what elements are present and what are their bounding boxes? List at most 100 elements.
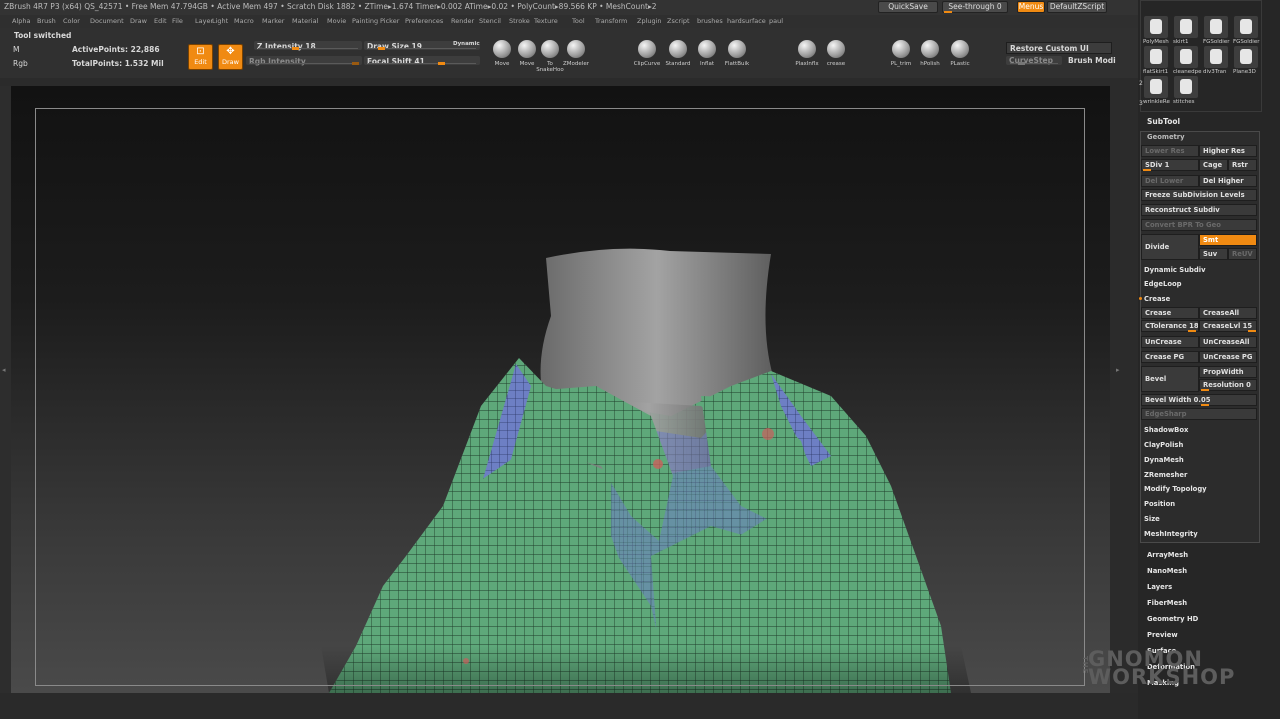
menu-item[interactable]: Layer (195, 17, 213, 25)
bevel-width-knob[interactable] (1201, 404, 1209, 406)
brush-button[interactable]: ZModeler (562, 40, 590, 67)
draw-size-knob[interactable] (378, 47, 385, 50)
menu-item[interactable]: Alpha (12, 17, 30, 25)
del-higher-button[interactable]: Del Higher (1199, 175, 1257, 187)
menu-item[interactable]: Stencil (479, 17, 501, 25)
rgb-intensity-slider[interactable]: Rgb Intensity (246, 56, 362, 66)
brush-button[interactable]: PlaxInflx (793, 40, 821, 67)
uncrease-all-button[interactable]: UnCreaseAll (1199, 336, 1257, 348)
see-through-knob[interactable] (944, 11, 952, 13)
menu-item[interactable]: Color (63, 17, 80, 25)
draw-button[interactable]: ✥ Draw (218, 44, 243, 70)
menu-item[interactable]: hardsurface (727, 17, 766, 25)
uncrease-pg-button[interactable]: UnCrease PG (1199, 351, 1257, 363)
size-header[interactable]: Size (1144, 515, 1160, 523)
divide-button[interactable]: Divide (1141, 234, 1199, 260)
prop-width-toggle[interactable]: PropWidth (1199, 366, 1257, 378)
z-intensity-knob[interactable] (292, 47, 299, 50)
menu-item[interactable]: brushes (697, 17, 723, 25)
menu-item[interactable]: Transform (595, 17, 627, 25)
focal-shift-slider[interactable]: Focal Shift 41 (364, 56, 480, 66)
sdiv-knob[interactable] (1143, 169, 1151, 171)
lower-res-button[interactable]: Lower Res (1141, 145, 1199, 157)
uncrease-button[interactable]: UnCrease (1141, 336, 1199, 348)
menu-item[interactable]: Edit (154, 17, 167, 25)
z-intensity-slider[interactable]: Z Intensity 18 (254, 41, 362, 51)
bevel-button[interactable]: Bevel (1141, 366, 1199, 392)
reuv-toggle[interactable]: ReUV (1228, 248, 1257, 260)
quicksave-button[interactable]: QuickSave (878, 1, 938, 13)
menu-item[interactable]: Marker (262, 17, 284, 25)
brush-button[interactable]: To SnakeHoo (536, 40, 564, 73)
geometry-hd-header[interactable]: Geometry HD (1147, 615, 1198, 623)
dynamesh-header[interactable]: DynaMesh (1144, 456, 1184, 464)
brush-button[interactable]: FlattBuik (723, 40, 751, 67)
zremesher-header[interactable]: ZRemesher (1144, 471, 1187, 479)
modify-topology-header[interactable]: Modify Topology (1144, 485, 1207, 493)
subtool-header[interactable]: SubTool (1147, 117, 1180, 126)
brush-button[interactable]: Move (488, 40, 516, 67)
del-lower-button[interactable]: Del Lower (1141, 175, 1199, 187)
menu-item[interactable]: Painting (352, 17, 378, 25)
curve-step-knob[interactable] (1018, 62, 1025, 65)
focal-shift-knob[interactable] (438, 62, 445, 65)
fibermesh-header[interactable]: FiberMesh (1147, 599, 1187, 607)
crease-pg-button[interactable]: Crease PG (1141, 351, 1199, 363)
crease-level-knob[interactable] (1248, 330, 1256, 332)
ctolerance-knob[interactable] (1188, 330, 1196, 332)
shadowbox-header[interactable]: ShadowBox (1144, 426, 1188, 434)
position-header[interactable]: Position (1144, 500, 1175, 508)
rgb-label[interactable]: Rgb (13, 59, 28, 68)
menu-item[interactable]: Texture (534, 17, 558, 25)
meshintegrity-header[interactable]: MeshIntegrity (1144, 530, 1198, 538)
menu-item[interactable]: Macro (234, 17, 254, 25)
brush-button[interactable]: ClipCurve (633, 40, 661, 67)
curve-step-slider[interactable]: CurveStep (1006, 56, 1062, 65)
crease-header[interactable]: Crease (1144, 295, 1170, 303)
menu-item[interactable]: Preferences (405, 17, 443, 25)
crease-button[interactable]: Crease (1141, 307, 1199, 319)
menu-item[interactable]: Movie (327, 17, 346, 25)
layers-header[interactable]: Layers (1147, 583, 1172, 591)
menus-toggle[interactable]: Menus (1017, 1, 1045, 13)
convert-bpr-button[interactable]: Convert BPR To Geo (1141, 219, 1257, 231)
bevel-width-slider[interactable]: Bevel Width 0.05 (1141, 394, 1257, 406)
menu-item[interactable]: Stroke (509, 17, 530, 25)
menu-item[interactable]: File (172, 17, 183, 25)
menu-item[interactable]: Zscript (667, 17, 690, 25)
brush-button[interactable]: Inflat (693, 40, 721, 67)
menu-item[interactable]: Brush (37, 17, 56, 25)
brush-button[interactable]: PLastic (946, 40, 974, 67)
crease-all-button[interactable]: CreaseAll (1199, 307, 1257, 319)
menu-item[interactable]: Draw (130, 17, 147, 25)
edit-button[interactable]: ⊡ Edit (188, 44, 213, 70)
reconstruct-subdiv-button[interactable]: Reconstruct Subdiv (1141, 204, 1257, 216)
freeze-subdivision-button[interactable]: Freeze SubDivision Levels (1141, 189, 1257, 201)
brush-button[interactable]: PL_trim (887, 40, 915, 67)
dynamic-toggle[interactable]: Dynamic (453, 41, 480, 47)
suv-toggle[interactable]: Suv (1199, 248, 1228, 260)
menu-item[interactable]: Material (292, 17, 318, 25)
rstr-button[interactable]: Rstr (1228, 159, 1257, 171)
default-zscript-button[interactable]: DefaultZScript (1047, 1, 1107, 13)
dynamic-subdiv-header[interactable]: Dynamic Subdiv (1144, 266, 1206, 274)
higher-res-button[interactable]: Higher Res (1199, 145, 1257, 157)
menu-item[interactable]: Tool (572, 17, 585, 25)
brush-button[interactable]: crease (822, 40, 850, 67)
menu-item[interactable]: Zplugin (637, 17, 662, 25)
edgeloop-header[interactable]: EdgeLoop (1144, 280, 1182, 288)
resolution-knob[interactable] (1201, 389, 1209, 391)
restore-custom-ui-button[interactable]: Restore Custom UI (1006, 42, 1112, 54)
menu-item[interactable]: Light (212, 17, 228, 25)
edgesharp-slider[interactable]: EdgeSharp (1141, 408, 1257, 420)
smt-toggle[interactable]: Smt (1199, 234, 1257, 246)
brush-button[interactable]: Standard (664, 40, 692, 67)
geometry-header[interactable]: Geometry (1147, 133, 1185, 141)
menu-item[interactable]: Document (90, 17, 124, 25)
menu-item[interactable]: Render (451, 17, 474, 25)
cage-button[interactable]: Cage (1199, 159, 1228, 171)
arraymesh-header[interactable]: ArrayMesh (1147, 551, 1188, 559)
brush-button[interactable]: hPolish (916, 40, 944, 67)
brush-modifier-label[interactable]: Brush Modi (1068, 56, 1116, 65)
nanomesh-header[interactable]: NanoMesh (1147, 567, 1187, 575)
